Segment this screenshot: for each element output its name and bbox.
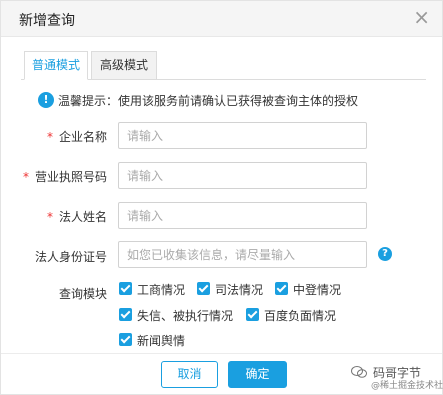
footer-divider bbox=[1, 353, 442, 354]
checkbox-checked-icon bbox=[119, 308, 132, 321]
business-license-label: * 营业执照号码 bbox=[22, 170, 107, 184]
legal-person-name-label: * 法人姓名 bbox=[46, 210, 107, 224]
checkbox-checked-icon bbox=[197, 282, 210, 295]
info-icon: ! bbox=[38, 92, 54, 108]
company-name-input[interactable] bbox=[118, 122, 367, 149]
query-modules-label: 查询模块 bbox=[58, 287, 107, 301]
checkbox-checked-icon bbox=[246, 308, 259, 321]
required-mark: * bbox=[46, 210, 53, 224]
watermark-sub: @稀土掘金技术社区 bbox=[371, 381, 443, 391]
required-mark: * bbox=[22, 170, 29, 184]
legal-person-name-input[interactable] bbox=[118, 202, 367, 229]
required-mark: * bbox=[46, 130, 53, 144]
tab-advanced-mode[interactable]: 高级模式 bbox=[91, 51, 157, 80]
tab-normal-mode[interactable]: 普通模式 bbox=[24, 51, 88, 80]
legal-person-id-label: 法人身份证号 bbox=[34, 250, 107, 264]
dialog-header: 新增查询 × bbox=[1, 1, 442, 37]
cancel-button[interactable]: 取消 bbox=[161, 361, 218, 388]
tip-text: 温馨提示：使用该服务前请确认已获得被查询主体的授权 bbox=[58, 94, 359, 108]
company-name-label: * 企业名称 bbox=[46, 130, 107, 144]
checkbox-checked-icon bbox=[119, 282, 132, 295]
legal-person-id-input[interactable] bbox=[118, 241, 367, 268]
mode-tabs: 普通模式 高级模式 bbox=[21, 51, 426, 80]
business-license-input[interactable] bbox=[118, 162, 367, 189]
close-icon[interactable]: × bbox=[413, 7, 430, 27]
checkbox-checked-icon bbox=[275, 282, 288, 295]
wechat-logo-icon bbox=[351, 366, 367, 378]
help-icon[interactable]: ? bbox=[378, 247, 392, 261]
checkbox-checked-icon bbox=[119, 333, 132, 346]
new-query-dialog: 新增查询 × 普通模式 高级模式 ! 温馨提示：使用该服务前请确认已获得被查询主… bbox=[0, 0, 443, 395]
dialog-title: 新增查询 bbox=[19, 13, 75, 29]
confirm-button[interactable]: 确定 bbox=[228, 361, 287, 388]
